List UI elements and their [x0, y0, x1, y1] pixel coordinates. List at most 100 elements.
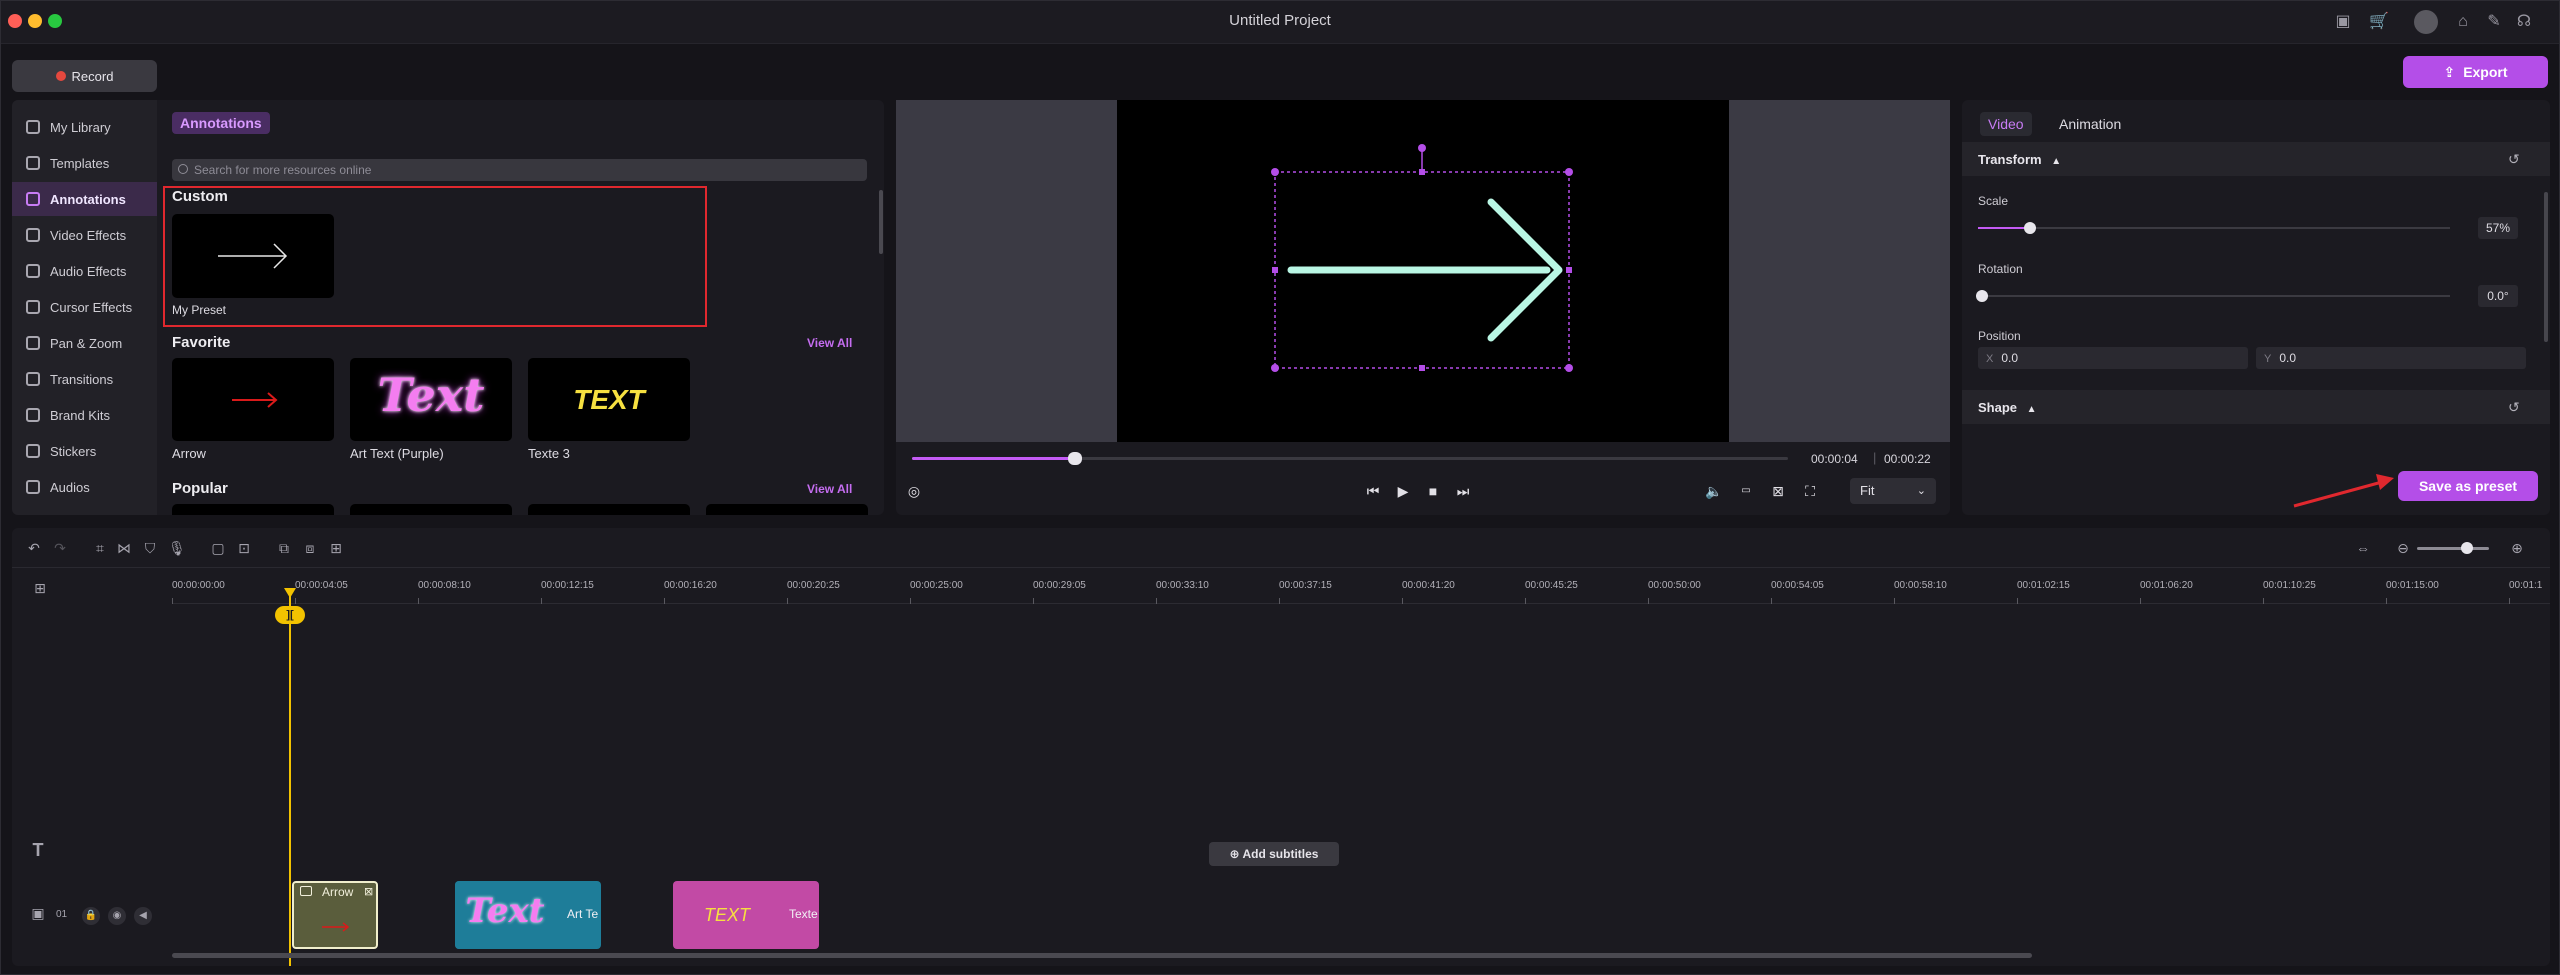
sidebar-item-cursor-effects[interactable]: Cursor Effects — [12, 290, 157, 324]
shape-section-header[interactable]: Shape ▲ ↺ — [1962, 390, 2550, 424]
arrow-annotation[interactable] — [1117, 100, 1729, 442]
transform-section-header[interactable]: Transform ▲ ↺ — [1962, 142, 2550, 176]
scale-slider-track[interactable] — [1978, 227, 2450, 229]
sidebar-item-audios[interactable]: Audios — [12, 470, 157, 504]
sidebar-item-video-effects[interactable]: Video Effects — [12, 218, 157, 252]
comment-icon[interactable]: ▢ — [210, 540, 226, 556]
sidebar-item-brand-kits[interactable]: Brand Kits — [12, 398, 157, 432]
annotations-tab[interactable]: Annotations — [172, 112, 270, 134]
microphone-icon[interactable]: 🎙 — [168, 540, 186, 556]
popular-thumbnail[interactable] — [706, 504, 868, 515]
play-icon[interactable]: ▶ — [1393, 481, 1413, 501]
edit-icon[interactable]: ✎ — [2484, 12, 2504, 32]
fit-select-value: Fit — [1860, 483, 1875, 498]
add-subtitles-button[interactable]: ⊕ Add subtitles — [1209, 842, 1339, 866]
avatar[interactable] — [2414, 10, 2438, 34]
reset-icon[interactable]: ↺ — [2508, 400, 2522, 414]
position-x-field[interactable]: X 0.0 — [1978, 347, 2248, 369]
timeline-zoom-slider[interactable] — [2417, 547, 2489, 550]
ruler-tick-label: 00:01:06:20 — [2140, 580, 2193, 591]
aspect-ratio-icon[interactable]: ▭ — [1736, 481, 1756, 501]
transform-title-text: Transform — [1978, 152, 2042, 167]
popular-thumbnail[interactable] — [172, 504, 334, 515]
playhead-handle[interactable]: ][ — [275, 606, 305, 624]
rotation-slider-track[interactable] — [1978, 295, 2450, 297]
split-icon[interactable]: ⋈ — [116, 540, 132, 556]
volume-icon[interactable]: 🔈 — [1704, 481, 1724, 501]
playhead[interactable] — [289, 596, 291, 966]
sidebar-item-transitions[interactable]: Transitions — [12, 362, 157, 396]
group-icon[interactable]: ⧉ — [276, 540, 292, 556]
texte-clip-thumbnail: TEXT — [673, 881, 781, 949]
text-track-icon[interactable]: T — [30, 841, 46, 859]
popular-thumbnail[interactable] — [350, 504, 512, 515]
preview-canvas[interactable] — [1117, 100, 1729, 442]
detach-icon[interactable]: ⊞ — [328, 540, 344, 556]
ruler-tick-label: 00:00:41:20 — [1402, 580, 1455, 591]
sidebar-item-stickers[interactable]: Stickers — [12, 434, 157, 468]
reset-icon[interactable]: ↺ — [2508, 152, 2522, 166]
tutorial-icon[interactable]: ⌂ — [2453, 12, 2473, 32]
ungroup-icon[interactable]: ⧈ — [302, 540, 318, 556]
art-text-purple-thumbnail[interactable]: Text — [350, 358, 512, 441]
fullscreen-icon[interactable]: ⛶ — [1800, 481, 1820, 501]
popular-thumbnail[interactable] — [528, 504, 690, 515]
next-frame-icon[interactable]: ⏭ — [1453, 481, 1473, 501]
sidebar-item-annotations[interactable]: Annotations — [12, 182, 157, 216]
rotation-slider-handle[interactable] — [1976, 290, 1988, 302]
visibility-icon[interactable]: ◉ — [108, 907, 126, 925]
stickers-icon — [26, 444, 40, 458]
art-text-clip[interactable]: Text Art Te — [455, 881, 601, 949]
ruler-tick — [172, 598, 173, 604]
tab-animation[interactable]: Animation — [2059, 112, 2121, 136]
texte-3-thumbnail[interactable]: TEXT — [528, 358, 690, 441]
zoom-in-icon[interactable]: ⊕ — [2509, 540, 2525, 556]
previous-frame-icon[interactable]: ⏮ — [1363, 481, 1383, 501]
playback-progress-handle[interactable] — [1068, 452, 1082, 465]
sidebar-item-templates[interactable]: Templates — [12, 146, 157, 180]
ruler-tick — [1648, 598, 1649, 604]
zoom-out-icon[interactable]: ⊖ — [2395, 540, 2411, 556]
record-button[interactable]: Record — [12, 60, 157, 92]
sidebar: My Library Templates Annotations Video E… — [12, 100, 157, 515]
favorite-view-all-link[interactable]: View All — [807, 336, 852, 350]
fit-timeline-icon[interactable]: ⇔ — [2355, 540, 2371, 556]
mute-icon[interactable]: ◀ — [134, 907, 152, 925]
export-button[interactable]: ⇪ Export — [2403, 56, 2548, 88]
crop-tool-icon[interactable]: ⌗ — [92, 540, 108, 556]
stop-icon[interactable]: ■ — [1423, 481, 1443, 501]
sidebar-item-audio-effects[interactable]: Audio Effects — [12, 254, 157, 288]
scale-value[interactable]: 57% — [2478, 217, 2518, 239]
support-icon[interactable]: ☊ — [2514, 12, 2534, 32]
save-as-preset-button[interactable]: Save as preset — [2398, 471, 2538, 501]
clip-close-icon[interactable]: ⊠ — [364, 885, 373, 898]
tab-video[interactable]: Video — [1980, 112, 2032, 136]
sidebar-item-my-library[interactable]: My Library — [12, 110, 157, 144]
screenshot-icon[interactable]: ◎ — [904, 481, 924, 501]
marker-icon[interactable]: ⛉ — [142, 540, 158, 556]
text-box-icon[interactable]: ⊡ — [236, 540, 252, 556]
redo-icon[interactable]: ↷ — [52, 540, 68, 556]
project-icon[interactable]: ▣ — [2333, 12, 2353, 32]
undo-icon[interactable]: ↶ — [26, 540, 42, 556]
export-label: Export — [2463, 64, 2508, 80]
timeline-zoom-handle[interactable] — [2461, 542, 2473, 554]
timeline-scrollbar[interactable] — [172, 953, 2032, 958]
arrow-thumbnail[interactable] — [172, 358, 334, 441]
rotation-value[interactable]: 0.0° — [2478, 285, 2518, 307]
library-icon — [26, 120, 40, 134]
texte-clip[interactable]: TEXT Texte — [673, 881, 819, 949]
arrow-clip[interactable]: Arrow ⊠ — [292, 881, 378, 949]
fit-select[interactable]: Fit ⌄ — [1850, 478, 1936, 504]
lock-icon[interactable]: 🔒 — [82, 907, 100, 925]
ruler-tick — [418, 598, 419, 604]
crop-icon[interactable]: ⊠ — [1768, 481, 1788, 501]
sidebar-item-pan-zoom[interactable]: Pan & Zoom — [12, 326, 157, 360]
scale-slider-handle[interactable] — [2024, 222, 2036, 234]
library-scrollbar[interactable] — [879, 190, 883, 254]
search-input[interactable]: Search for more resources online — [172, 159, 867, 181]
cart-icon[interactable]: 🛒 — [2369, 12, 2389, 32]
position-y-field[interactable]: Y 0.0 — [2256, 347, 2526, 369]
popular-view-all-link[interactable]: View All — [807, 482, 852, 496]
properties-scrollbar[interactable] — [2544, 192, 2548, 342]
